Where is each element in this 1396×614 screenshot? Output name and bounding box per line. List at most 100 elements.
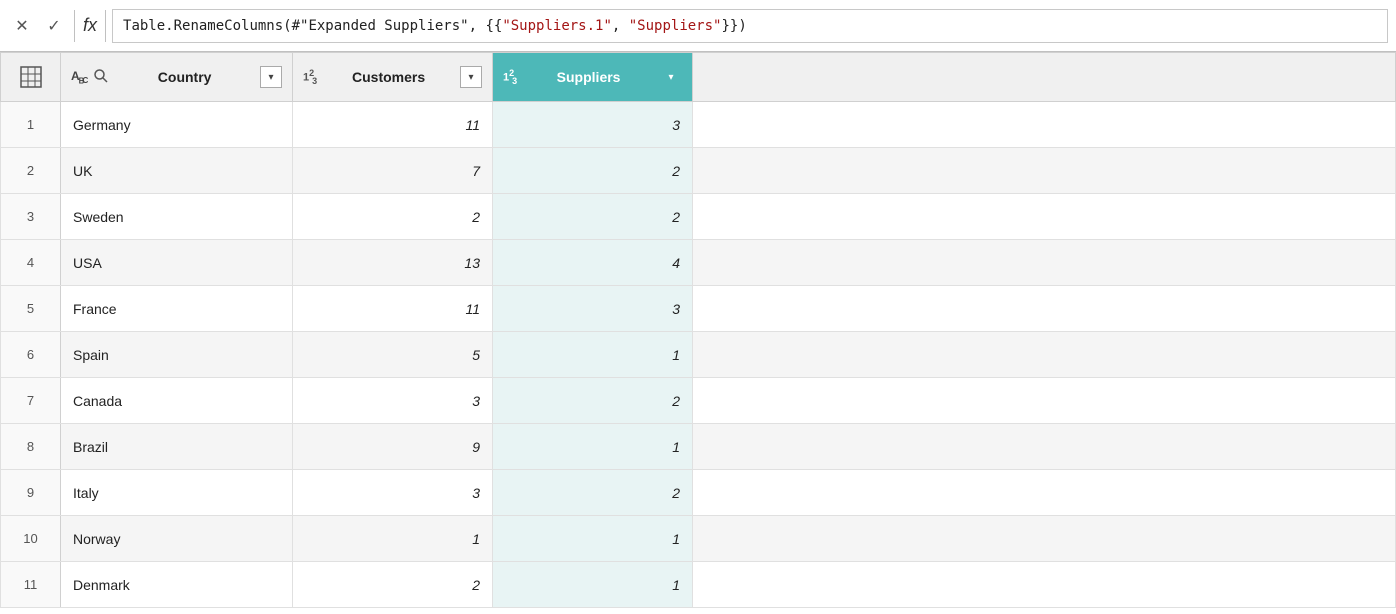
- cell-empty: [693, 148, 1396, 194]
- row-number: 7: [1, 378, 61, 424]
- country-dropdown-button[interactable]: ▾: [260, 66, 282, 88]
- cell-customers: 9: [293, 424, 493, 470]
- cell-customers: 13: [293, 240, 493, 286]
- country-label: Country: [113, 69, 256, 85]
- cell-customers: 3: [293, 470, 493, 516]
- cell-customers: 7: [293, 148, 493, 194]
- row-number: 5: [1, 286, 61, 332]
- cell-customers: 3: [293, 378, 493, 424]
- suppliers-dropdown-button[interactable]: ▾: [660, 66, 682, 88]
- table-row: 4USA134: [1, 240, 1396, 286]
- cell-empty: [693, 240, 1396, 286]
- table-row: 7Canada32: [1, 378, 1396, 424]
- formula-string-2: "Suppliers": [629, 18, 722, 34]
- cell-suppliers: 1: [493, 516, 693, 562]
- column-header-customers: 123 Customers ▾: [293, 53, 493, 102]
- cell-empty: [693, 332, 1396, 378]
- cell-country: Germany: [61, 102, 293, 148]
- row-number: 3: [1, 194, 61, 240]
- customers-header-content: 123 Customers ▾: [293, 53, 492, 101]
- country-type-icon: ABC: [71, 69, 87, 85]
- cell-empty: [693, 378, 1396, 424]
- search-icon: [93, 68, 109, 84]
- table-row: 9Italy32: [1, 470, 1396, 516]
- cell-empty: [693, 424, 1396, 470]
- formula-text: Table.RenameColumns(#"Expanded Suppliers…: [123, 18, 747, 34]
- cell-country: Italy: [61, 470, 293, 516]
- row-number: 2: [1, 148, 61, 194]
- cell-suppliers: 2: [493, 194, 693, 240]
- table-row: 6Spain51: [1, 332, 1396, 378]
- formula-bar: ✕ ✓ fx Table.RenameColumns(#"Expanded Su…: [0, 0, 1396, 52]
- cell-country: USA: [61, 240, 293, 286]
- cell-suppliers: 3: [493, 286, 693, 332]
- table-body: 1Germany1132UK723Sweden224USA1345France1…: [1, 102, 1396, 608]
- cell-country: Sweden: [61, 194, 293, 240]
- cell-suppliers: 2: [493, 378, 693, 424]
- cell-country: Brazil: [61, 424, 293, 470]
- cell-customers: 11: [293, 102, 493, 148]
- data-table: ABC Country ▾ 123: [0, 52, 1396, 608]
- table-icon: [20, 66, 42, 88]
- cell-country: France: [61, 286, 293, 332]
- cell-empty: [693, 516, 1396, 562]
- formula-string-1: "Suppliers.1": [502, 18, 612, 34]
- cell-suppliers: 4: [493, 240, 693, 286]
- cell-customers: 5: [293, 332, 493, 378]
- cell-empty: [693, 194, 1396, 240]
- cell-customers: 2: [293, 194, 493, 240]
- table-row: 10Norway11: [1, 516, 1396, 562]
- suppliers-header-content: 123 Suppliers ▾: [493, 53, 692, 101]
- cancel-button[interactable]: ✕: [8, 12, 36, 40]
- table-container: ABC Country ▾ 123: [0, 52, 1396, 614]
- row-number: 1: [1, 102, 61, 148]
- empty-header: [693, 53, 1396, 102]
- row-number: 11: [1, 562, 61, 608]
- row-number: 8: [1, 424, 61, 470]
- suppliers-type-icon: 123: [503, 68, 517, 86]
- row-num-header: [1, 53, 61, 102]
- table-row: 2UK72: [1, 148, 1396, 194]
- row-number: 9: [1, 470, 61, 516]
- formula-bar-icons: ✕ ✓: [8, 12, 68, 40]
- cell-country: Denmark: [61, 562, 293, 608]
- cell-country: Spain: [61, 332, 293, 378]
- cell-empty: [693, 562, 1396, 608]
- column-header-suppliers: 123 Suppliers ▾: [493, 53, 693, 102]
- table-row: 8Brazil91: [1, 424, 1396, 470]
- formula-sep: ,: [612, 18, 629, 34]
- formula-part-end: }}): [721, 18, 746, 34]
- country-header-content: ABC Country ▾: [61, 53, 292, 101]
- table-row: 1Germany113: [1, 102, 1396, 148]
- formula-part-1: Table.RenameColumns(#"Expanded Suppliers…: [123, 18, 502, 34]
- cell-suppliers: 3: [493, 102, 693, 148]
- table-header-row: ABC Country ▾ 123: [1, 53, 1396, 102]
- cell-empty: [693, 470, 1396, 516]
- customers-label: Customers: [321, 69, 456, 85]
- cell-customers: 2: [293, 562, 493, 608]
- table-row: 11Denmark21: [1, 562, 1396, 608]
- cell-customers: 11: [293, 286, 493, 332]
- cell-suppliers: 1: [493, 332, 693, 378]
- row-number: 10: [1, 516, 61, 562]
- cell-country: Canada: [61, 378, 293, 424]
- row-number: 6: [1, 332, 61, 378]
- cell-suppliers: 2: [493, 470, 693, 516]
- customers-type-icon: 123: [303, 68, 317, 86]
- customers-dropdown-button[interactable]: ▾: [460, 66, 482, 88]
- row-number: 4: [1, 240, 61, 286]
- cell-empty: [693, 102, 1396, 148]
- cell-suppliers: 2: [493, 148, 693, 194]
- cell-country: Norway: [61, 516, 293, 562]
- fx-label: fx: [74, 10, 106, 42]
- table-row: 3Sweden22: [1, 194, 1396, 240]
- cell-customers: 1: [293, 516, 493, 562]
- cell-empty: [693, 286, 1396, 332]
- column-header-country: ABC Country ▾: [61, 53, 293, 102]
- cell-suppliers: 1: [493, 424, 693, 470]
- cell-country: UK: [61, 148, 293, 194]
- suppliers-label: Suppliers: [521, 69, 656, 85]
- cell-suppliers: 1: [493, 562, 693, 608]
- table-row: 5France113: [1, 286, 1396, 332]
- confirm-button[interactable]: ✓: [40, 12, 68, 40]
